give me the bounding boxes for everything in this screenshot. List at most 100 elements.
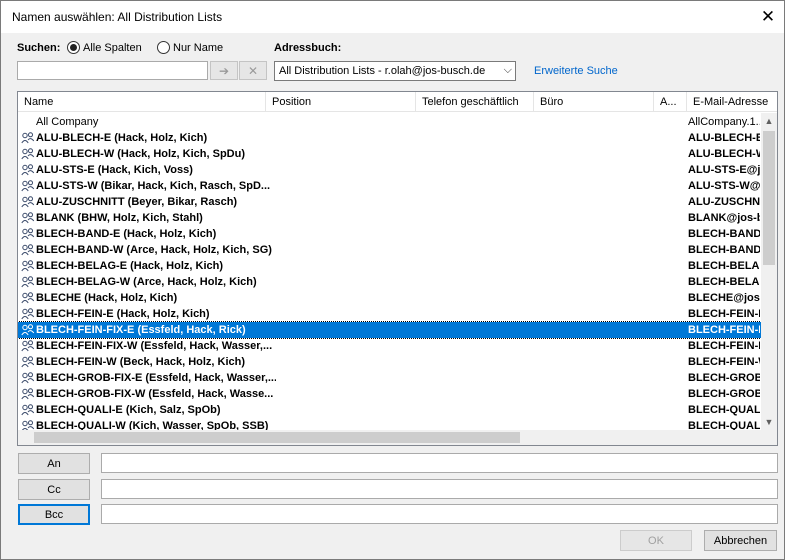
- group-icon: [21, 404, 35, 416]
- vertical-scrollbar[interactable]: ▲ ▼: [761, 113, 777, 430]
- list-item-name: BLECH-FEIN-W (Beck, Hack, Holz, Kich): [36, 356, 246, 368]
- list-item[interactable]: BLECH-FEIN-W (Beck, Hack, Holz, Kich) BLE…: [18, 354, 761, 370]
- list-item-email: ALU-STS-E@jo...: [688, 164, 760, 176]
- vertical-scroll-thumb[interactable]: [763, 131, 775, 265]
- bcc-button[interactable]: Bcc: [18, 504, 90, 525]
- list-item[interactable]: ALU-BLECH-E (Hack, Holz, Kich) ALU-BLECH-…: [18, 130, 761, 146]
- radio-name-only[interactable]: [157, 41, 170, 54]
- group-icon: [21, 276, 35, 288]
- title-bar: Namen auswählen: All Distribution Lists …: [1, 1, 784, 33]
- list-item-name: BLECH-GROB-FIX-E (Essfeld, Hack, Wasser,…: [36, 372, 276, 384]
- list-item-email: BLECH-FEIN-F...: [688, 340, 760, 352]
- clear-search-icon[interactable]: ✕: [239, 61, 267, 80]
- radio-name-only-label[interactable]: Nur Name: [173, 42, 223, 54]
- list-item[interactable]: BLECHE (Hack, Holz, Kich) BLECHE@jos-...: [18, 290, 761, 306]
- list-item[interactable]: BLECH-BAND-E (Hack, Holz, Kich) BLECH-BAN…: [18, 226, 761, 242]
- column-header-name[interactable]: Name: [18, 92, 266, 112]
- column-header-phone[interactable]: Telefon geschäftlich: [416, 92, 534, 112]
- cc-button[interactable]: Cc: [18, 479, 90, 500]
- list-item[interactable]: BLECH-BAND-W (Arce, Hack, Holz, Kich, SG…: [18, 242, 761, 258]
- cc-field[interactable]: [101, 479, 778, 499]
- group-icon: [21, 244, 35, 256]
- column-header-email[interactable]: E-Mail-Adresse: [687, 92, 777, 112]
- list-item-name: BLECH-FEIN-FIX-W (Essfeld, Hack, Wasser,…: [36, 340, 273, 352]
- list-item[interactable]: BLECH-QUALI-W (Kich, Wasser, SpOb, SSB) B…: [18, 418, 761, 430]
- cancel-button[interactable]: Abbrechen: [704, 530, 777, 551]
- list-item[interactable]: BLECH-FEIN-FIX-W (Essfeld, Hack, Wasser,…: [18, 338, 761, 354]
- to-field[interactable]: [101, 453, 778, 473]
- list-item-name: BLANK (BHW, Holz, Kich, Stahl): [36, 212, 203, 224]
- list-item[interactable]: ALU-ZUSCHNITT (Beyer, Bikar, Rasch) ALU-Z…: [18, 194, 761, 210]
- column-header-a[interactable]: A...: [654, 92, 687, 112]
- group-icon: [21, 164, 35, 176]
- list-item-email: BLECH-FEIN-W...: [688, 356, 760, 368]
- ok-button[interactable]: OK: [620, 530, 692, 551]
- chevron-down-icon[interactable]: ⌵: [504, 64, 512, 77]
- list-item[interactable]: BLECH-FEIN-E (Hack, Holz, Kich) BLECH-FEI…: [18, 306, 761, 322]
- list-item-name: BLECH-QUALI-W (Kich, Wasser, SpOb, SSB): [36, 420, 269, 430]
- list-item-name: ALU-BLECH-W (Hack, Holz, Kich, SpDu): [36, 148, 245, 160]
- group-icon: [21, 228, 35, 240]
- list-item[interactable]: BLECH-QUALI-E (Kich, Salz, SpOb) BLECH-QU…: [18, 402, 761, 418]
- list-item[interactable]: ALU-BLECH-W (Hack, Holz, Kich, SpDu) ALU-…: [18, 146, 761, 162]
- search-input[interactable]: [17, 61, 208, 80]
- list-item-email: BLECH-QUALI...: [688, 420, 760, 430]
- list-item-email: AllCompany.1...: [688, 116, 760, 128]
- bcc-field[interactable]: [101, 504, 778, 524]
- advanced-search-link[interactable]: Erweiterte Suche: [534, 65, 618, 77]
- list-item[interactable]: BLECH-FEIN-FIX-E (Essfeld, Hack, Rick) BL…: [18, 321, 761, 339]
- list-item-email: ALU-BLECH-E...: [688, 132, 760, 144]
- list-item-email: BLECHE@jos-...: [688, 292, 760, 304]
- to-button[interactable]: An: [18, 453, 90, 474]
- list-item[interactable]: All Company AllCompany.1...: [18, 114, 761, 130]
- group-icon: [21, 132, 35, 144]
- group-icon: [21, 356, 35, 368]
- group-icon: [21, 308, 35, 320]
- group-icon: [21, 340, 35, 352]
- column-header-office[interactable]: Büro: [534, 92, 654, 112]
- list-item-name: All Company: [36, 116, 99, 128]
- horizontal-scrollbar[interactable]: [18, 430, 761, 445]
- scroll-down-icon[interactable]: ▼: [761, 414, 777, 430]
- group-icon: [21, 260, 35, 272]
- list-item[interactable]: ALU-STS-E (Hack, Kich, Voss) ALU-STS-E@jo…: [18, 162, 761, 178]
- group-icon: [21, 292, 35, 304]
- scroll-up-icon[interactable]: ▲: [761, 113, 777, 129]
- list-item-name: ALU-ZUSCHNITT (Beyer, Bikar, Rasch): [36, 196, 238, 208]
- radio-all-columns[interactable]: [67, 41, 80, 54]
- list-item-email: BLECH-FEIN-E...: [688, 308, 760, 320]
- list-item-email: BLECH-BELAG...: [688, 276, 760, 288]
- addressbook-select[interactable]: All Distribution Lists - r.olah@jos-busc…: [274, 61, 516, 81]
- column-header-position[interactable]: Position: [266, 92, 416, 112]
- list-item[interactable]: BLECH-BELAG-E (Hack, Holz, Kich) BLECH-BE…: [18, 258, 761, 274]
- list-item[interactable]: BLECH-GROB-FIX-E (Essfeld, Hack, Wasser,…: [18, 370, 761, 386]
- horizontal-scroll-thumb[interactable]: [34, 432, 520, 443]
- list-item-name: BLECH-BAND-W (Arce, Hack, Holz, Kich, SG…: [36, 244, 272, 256]
- list-item-name: BLECH-BELAG-E (Hack, Holz, Kich): [36, 260, 224, 272]
- list-header: Name Position Telefon geschäftlich Büro …: [18, 92, 777, 112]
- addressbook-label: Adressbuch:: [274, 42, 342, 54]
- address-list[interactable]: Name Position Telefon geschäftlich Büro …: [17, 91, 778, 446]
- list-item-email: BLECH-BAND...: [688, 228, 760, 240]
- group-icon: [21, 180, 35, 192]
- group-icon: [21, 212, 35, 224]
- list-item-name: BLECH-FEIN-E (Hack, Holz, Kich): [36, 308, 210, 320]
- radio-all-columns-label[interactable]: Alle Spalten: [83, 42, 142, 54]
- go-arrow-icon[interactable]: ➔: [210, 61, 238, 80]
- list-item[interactable]: ALU-STS-W (Bikar, Hack, Kich, Rasch, SpD…: [18, 178, 761, 194]
- select-names-dialog: Namen auswählen: All Distribution Lists …: [0, 0, 785, 560]
- list-item-name: BLECH-BAND-E (Hack, Holz, Kich): [36, 228, 217, 240]
- list-item[interactable]: BLANK (BHW, Holz, Kich, Stahl) BLANK@jos-…: [18, 210, 761, 226]
- group-icon: [21, 372, 35, 384]
- list-item[interactable]: BLECH-BELAG-W (Arce, Hack, Holz, Kich) BL…: [18, 274, 761, 290]
- search-label: Suchen:: [17, 42, 61, 54]
- close-icon[interactable]: ✕: [752, 1, 784, 33]
- group-icon: [21, 324, 35, 336]
- list-item[interactable]: BLECH-GROB-FIX-W (Essfeld, Hack, Wasse..…: [18, 386, 761, 402]
- list-item-email: BLECH-QUALI...: [688, 404, 760, 416]
- scroll-corner: [761, 430, 777, 445]
- group-icon: [21, 148, 35, 160]
- list-item-email: BLECH-GROB-...: [688, 372, 760, 384]
- list-item-name: ALU-STS-E (Hack, Kich, Voss): [36, 164, 193, 176]
- list-item-name: BLECH-FEIN-FIX-E (Essfeld, Hack, Rick): [36, 324, 246, 336]
